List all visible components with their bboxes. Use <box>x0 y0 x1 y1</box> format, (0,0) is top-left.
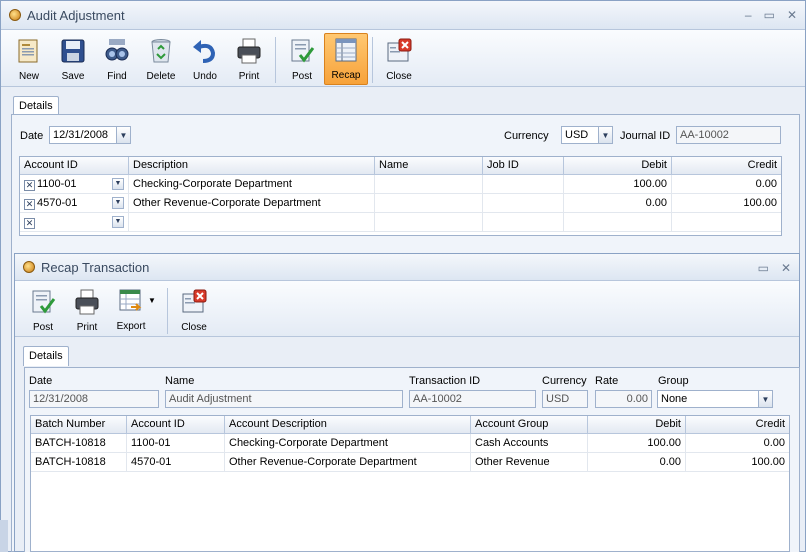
window-close-icon[interactable]: ✕ <box>787 8 797 22</box>
recap-date-field[interactable]: 12/31/2008 <box>29 390 159 408</box>
delete-row-icon[interactable]: ✕ <box>24 180 35 191</box>
print-icon <box>234 36 264 66</box>
chevron-down-icon[interactable]: ▼ <box>112 197 124 209</box>
rate-field[interactable]: 0.00 <box>595 390 652 408</box>
main-title-bar: Audit Adjustment – ▭ ✕ <box>1 1 805 30</box>
maximize-icon[interactable]: ▭ <box>758 261 769 275</box>
transaction-id-label: Transaction ID <box>409 375 481 387</box>
window-title: Audit Adjustment <box>27 7 125 23</box>
delete-button[interactable]: Delete <box>139 33 183 85</box>
table-row[interactable]: BATCH-10818 1100-01 Checking-Corporate D… <box>31 434 789 453</box>
recap-transaction-window: Recap Transaction ▭ ✕ Post Print Export <box>14 253 800 552</box>
recap-print-button[interactable]: Print <box>65 284 109 336</box>
col-description[interactable]: Description <box>129 157 375 174</box>
col-debit[interactable]: Debit <box>564 157 672 174</box>
window-title: Recap Transaction <box>41 259 150 275</box>
col-account-group[interactable]: Account Group <box>471 416 588 433</box>
rate-label: Rate <box>595 375 619 387</box>
group-select[interactable]: None ▼ <box>657 390 773 408</box>
col-batch-number[interactable]: Batch Number <box>31 416 127 433</box>
col-credit[interactable]: Credit <box>672 157 781 174</box>
chevron-down-icon[interactable]: ▼ <box>112 178 124 190</box>
print-icon <box>72 287 102 317</box>
app-icon <box>23 261 35 273</box>
date-label: Date <box>20 130 44 142</box>
recap-name-field[interactable]: Audit Adjustment <box>165 390 403 408</box>
toolbar-separator <box>167 288 168 334</box>
find-button[interactable]: Find <box>95 33 139 85</box>
chevron-down-icon[interactable]: ▼ <box>598 127 612 143</box>
print-button[interactable]: Print <box>227 33 271 85</box>
close-button[interactable]: Close <box>377 33 421 85</box>
date-field[interactable]: 12/31/2008 ▼ <box>49 126 131 144</box>
col-account-description[interactable]: Account Description <box>225 416 471 433</box>
journal-id-field[interactable]: AA-10002 <box>676 126 781 144</box>
new-icon <box>14 36 44 66</box>
main-tabstrip: Details <box>13 94 805 116</box>
export-icon <box>116 286 146 316</box>
recycle-bin-icon <box>146 36 176 66</box>
post-icon <box>287 36 317 66</box>
undo-button[interactable]: Undo <box>183 33 227 85</box>
recap-grid-header: Batch Number Account ID Account Descript… <box>31 416 789 434</box>
toolbar-separator <box>372 37 373 83</box>
chevron-down-icon[interactable]: ▼ <box>116 127 130 143</box>
journal-grid: Account ID Description Name Job ID Debit… <box>19 156 782 236</box>
main-toolbar: New Save Find Delete Undo Print Post Rec… <box>1 30 805 87</box>
col-account-id[interactable]: Account ID <box>20 157 129 174</box>
recap-title-bar: Recap Transaction ▭ ✕ <box>15 254 799 281</box>
app-icon <box>9 9 21 21</box>
col-debit[interactable]: Debit <box>588 416 686 433</box>
post-button[interactable]: Post <box>280 33 324 85</box>
post-icon <box>28 287 58 317</box>
save-icon <box>58 36 88 66</box>
recap-currency-label: Currency <box>542 375 587 387</box>
save-button[interactable]: Save <box>51 33 95 85</box>
find-icon <box>102 36 132 66</box>
currency-select[interactable]: USD ▼ <box>561 126 613 144</box>
chevron-down-icon[interactable]: ▼ <box>112 216 124 228</box>
table-row[interactable]: ✕ ▼ <box>20 213 781 232</box>
col-name[interactable]: Name <box>375 157 483 174</box>
recap-post-button[interactable]: Post <box>21 284 65 336</box>
tab-details[interactable]: Details <box>23 346 69 366</box>
minimize-icon[interactable]: – <box>745 8 752 22</box>
window-close-icon[interactable]: ✕ <box>781 261 791 275</box>
journal-id-label: Journal ID <box>620 130 671 142</box>
close-icon <box>384 36 414 66</box>
recap-details-panel: Date 12/31/2008 Name Audit Adjustment Tr… <box>24 367 800 552</box>
recap-currency-field[interactable]: USD <box>542 390 588 408</box>
table-row[interactable]: ✕ 1100-01 ▼ Checking-Corporate Department … <box>20 175 781 194</box>
undo-icon <box>190 36 220 66</box>
recap-button[interactable]: Recap <box>324 33 368 85</box>
delete-row-icon[interactable]: ✕ <box>24 199 35 210</box>
journal-grid-header: Account ID Description Name Job ID Debit… <box>20 157 781 175</box>
export-button[interactable]: Export ▼ <box>109 284 163 336</box>
recap-date-label: Date <box>29 375 53 387</box>
new-button[interactable]: New <box>7 33 51 85</box>
delete-row-icon[interactable]: ✕ <box>24 218 35 229</box>
table-row[interactable]: BATCH-10818 4570-01 Other Revenue-Corpor… <box>31 453 789 472</box>
dropdown-arrow-icon[interactable]: ▼ <box>148 296 156 305</box>
col-job-id[interactable]: Job ID <box>483 157 564 174</box>
recap-grid: Batch Number Account ID Account Descript… <box>30 415 790 552</box>
recap-icon <box>331 35 361 65</box>
table-row[interactable]: ✕ 4570-01 ▼ Other Revenue-Corporate Depart… <box>20 194 781 213</box>
chevron-down-icon[interactable]: ▼ <box>758 391 772 407</box>
group-label: Group <box>658 375 689 387</box>
col-credit[interactable]: Credit <box>686 416 789 433</box>
recap-name-label: Name <box>165 375 195 387</box>
transaction-id-field[interactable]: AA-10002 <box>409 390 536 408</box>
recap-tabstrip: Details <box>23 344 799 366</box>
close-icon <box>179 287 209 317</box>
toolbar-separator <box>275 37 276 83</box>
maximize-icon[interactable]: ▭ <box>764 8 775 22</box>
recap-close-button[interactable]: Close <box>172 284 216 336</box>
recap-toolbar: Post Print Export ▼ Close <box>15 281 799 337</box>
scrollbar[interactable] <box>0 520 8 552</box>
tab-details[interactable]: Details <box>13 96 59 116</box>
currency-label: Currency <box>504 130 549 142</box>
col-account-id[interactable]: Account ID <box>127 416 225 433</box>
